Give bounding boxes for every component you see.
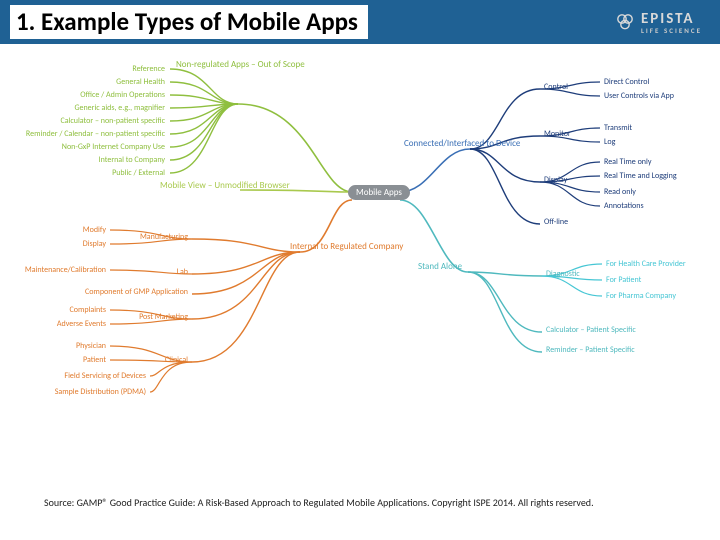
leaf: Real Time only [604, 158, 651, 166]
leaf: For Patient [606, 276, 641, 284]
brand-icon [615, 12, 635, 32]
brand-logo: EPISTA LIFE SCIENCE [615, 10, 702, 35]
leaf: Maintenance/Calibration [25, 266, 106, 274]
branch-internal: Internal to Regulated Company [290, 242, 403, 251]
leaf: Complaints [69, 306, 106, 314]
leaf: Real Time and Logging [604, 172, 677, 180]
node-monitor: Monitor [544, 130, 571, 138]
slide-header: 1. Example Types of Mobile Apps EPISTA L… [0, 0, 720, 44]
node-reminder: Reminder – Patient Specific [546, 346, 635, 354]
node-manufacturing: Manufacturing [140, 233, 188, 241]
leaf: For Health Care Provider [606, 260, 686, 268]
leaf: Read only [604, 188, 636, 196]
leaf: Adverse Events [57, 320, 106, 328]
center-node: Mobile Apps [348, 185, 410, 200]
leaf: General Health [116, 78, 165, 86]
leaf: For Pharma Company [606, 292, 676, 300]
node-clinical: Clinical [165, 356, 188, 364]
leaf: Physician [76, 342, 106, 350]
node-lab: Lab [177, 268, 188, 276]
brand-subtitle: LIFE SCIENCE [641, 26, 702, 35]
node-diagnostic: Diagnostic [546, 270, 580, 278]
leaf: User Controls via App [604, 92, 674, 100]
branch-connected: Connected/Interfaced to Device [404, 139, 520, 148]
leaf: Sample Distribution (PDMA) [55, 388, 146, 396]
node-offline: Off-line [544, 218, 568, 226]
leaf: Log [604, 138, 615, 146]
leaf: Generic aids, e.g., magnifier [74, 104, 165, 112]
source-citation: Source: GAMP® Good Practice Guide: A Ris… [0, 496, 720, 509]
branch-standalone: Stand Alone [418, 262, 462, 271]
leaf: Direct Control [604, 78, 649, 86]
leaf: Internal to Company [99, 156, 165, 164]
leaf: Non-GxP Internet Company Use [62, 143, 165, 151]
leaf: Reference [132, 65, 165, 73]
leaf: Patient [83, 356, 106, 364]
leaf: Transmit [604, 124, 632, 132]
branch-mobile-view: Mobile View – Unmodified Browser [160, 181, 290, 190]
brand-name: EPISTA [641, 10, 695, 28]
leaf: Field Servicing of Devices [64, 372, 146, 380]
leaf: Office / Admin Operations [80, 91, 165, 99]
node-display: Display [544, 176, 567, 184]
leaf: Modify [83, 226, 106, 234]
branch-nonregulated: Non-regulated Apps – Out of Scope [176, 60, 305, 69]
leaf: Public / External [112, 169, 165, 177]
leaf: Display [83, 240, 106, 248]
slide-title: 1. Example Types of Mobile Apps [10, 5, 368, 40]
node-calc: Calculator – Patient Specific [546, 326, 636, 334]
leaf: Reminder / Calendar – non-patient specif… [26, 130, 165, 138]
leaf: Annotations [604, 202, 644, 210]
node-component: Component of GMP Application [85, 288, 188, 296]
mindmap-diagram: Mobile Apps Non-regulated Apps – Out of … [0, 44, 720, 496]
node-control: Control [544, 83, 568, 91]
leaf: Calculator – non-patient specific [60, 117, 165, 125]
node-postmkt: Post Marketing [139, 313, 188, 321]
